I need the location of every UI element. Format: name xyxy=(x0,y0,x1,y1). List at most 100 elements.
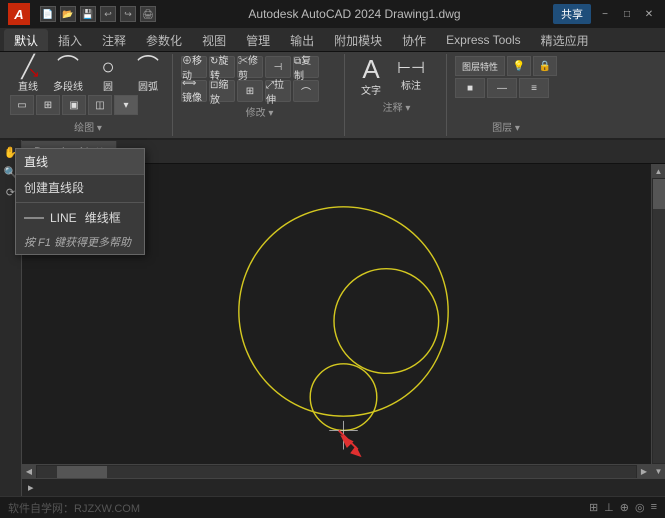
layer-properties-btn[interactable]: 图层特性 xyxy=(455,56,505,76)
redo-btn[interactable]: ↪ xyxy=(120,6,136,22)
tab-annotate[interactable]: 注释 xyxy=(92,29,136,51)
region-tool[interactable]: ◫ xyxy=(88,95,112,115)
tab-featured[interactable]: 精选应用 xyxy=(531,29,599,51)
layers-group-label: 图层 ▾ xyxy=(449,119,563,134)
scroll-thumb[interactable] xyxy=(653,179,665,209)
title-bar: A 📄 📂 💾 ↩ ↪ 🖨 Autodesk AutoCAD 2024 Draw… xyxy=(0,0,665,28)
cmd-prompt: ▸ xyxy=(28,481,34,494)
rotate-tool[interactable]: ↻旋转 xyxy=(209,56,235,78)
tab-manage[interactable]: 管理 xyxy=(236,29,280,51)
print-btn[interactable]: 🖨 xyxy=(140,6,156,22)
maximize-button[interactable]: □ xyxy=(619,6,635,22)
dimension-label: 标注 xyxy=(401,77,421,92)
circle-label: 圆 xyxy=(103,78,113,93)
gradient-tool[interactable]: ▣ xyxy=(62,95,86,115)
layer-icon1[interactable]: 💡 xyxy=(507,56,531,76)
layers-row1: 图层特性 💡 🔒 xyxy=(455,56,557,76)
osnap-toggle[interactable]: ◎ xyxy=(635,501,645,514)
line-icon-small xyxy=(24,217,44,219)
draw-tool-row: ▭ ⊞ ▣ ◫ ▾ xyxy=(10,95,166,115)
arc-tool-btn[interactable]: ⌒ 圆弧 xyxy=(130,56,166,93)
fillet-tool[interactable]: ⌒ xyxy=(293,80,319,102)
ribbon-tabs: 默认 插入 注释 参数化 视图 管理 输出 附加模块 协作 Express To… xyxy=(0,28,665,52)
snap-toggle[interactable]: ⊞ xyxy=(589,501,598,514)
tab-addons[interactable]: 附加模块 xyxy=(324,29,392,51)
array-tool[interactable]: ⊞ xyxy=(237,80,263,102)
mirror-tool[interactable]: ⟺镜像 xyxy=(181,80,207,102)
scroll-up-btn[interactable]: ▲ xyxy=(652,164,665,178)
tab-parametric[interactable]: 参数化 xyxy=(136,29,192,51)
annotation-group: A 文字 ⊢⊣ 标注 注释 ▾ xyxy=(347,54,447,136)
horizontal-scrollbar[interactable]: ◀ ▶ xyxy=(22,464,651,478)
scroll-track[interactable] xyxy=(653,179,665,463)
tab-output[interactable]: 输出 xyxy=(280,29,324,51)
h-scroll-track[interactable] xyxy=(37,466,636,478)
ribbon-panel: ╱ 直线 ↘ ⌒ 多段线 ○ 圆 ⌒ 圆弧 ▭ ⊞ ▣ ◫ ▾ xyxy=(0,52,665,140)
status-bar: 软件自学网：RJZXW.COM ⊞ ⊥ ⊕ ◎ ≡ xyxy=(0,496,665,518)
scroll-right-btn[interactable]: ▶ xyxy=(637,465,651,479)
tab-default[interactable]: 默认 xyxy=(4,29,48,51)
polyline-tool-btn[interactable]: ⌒ 多段线 xyxy=(50,56,86,93)
scroll-down-btn[interactable]: ▼ xyxy=(652,464,665,478)
circle-icon: ○ xyxy=(101,56,114,78)
tooltip-separator xyxy=(16,202,144,203)
undo-btn[interactable]: ↩ xyxy=(100,6,116,22)
tab-insert[interactable]: 插入 xyxy=(48,29,92,51)
annotation-tools: A 文字 ⊢⊣ 标注 xyxy=(353,56,440,97)
layers-row2: ■ — ≡ xyxy=(455,78,557,98)
tab-view[interactable]: 视图 xyxy=(192,29,236,51)
tooltip-header: 直线 xyxy=(16,149,144,175)
stretch-tool[interactable]: ⤢拉伸 xyxy=(265,80,291,102)
circle-tool-btn[interactable]: ○ 圆 xyxy=(90,56,126,93)
lineweight-toggle[interactable]: ≡ xyxy=(651,501,657,514)
h-scroll-thumb[interactable] xyxy=(57,466,107,478)
tab-collaborate[interactable]: 协作 xyxy=(392,29,436,51)
copy-tool[interactable]: ⧉复制 xyxy=(293,56,319,78)
share-button[interactable]: 共享 xyxy=(553,4,591,24)
annotation-group-label: 注释 ▾ xyxy=(353,99,440,114)
trim-tool[interactable]: ✂修剪 xyxy=(237,56,263,78)
line-tool-btn[interactable]: ╱ 直线 ↘ xyxy=(10,56,46,93)
save-file-btn[interactable]: 💾 xyxy=(80,6,96,22)
tooltip-title: 直线 xyxy=(24,153,48,170)
open-file-btn[interactable]: 📂 xyxy=(60,6,76,22)
hatch-tool[interactable]: ⊞ xyxy=(36,95,60,115)
tooltip-item-line-label2: 维线框 xyxy=(85,209,121,226)
title-left: A 📄 📂 💾 ↩ ↪ 🖨 xyxy=(8,3,156,25)
watermark-text: 软件自学网：RJZXW.COM xyxy=(8,500,140,516)
vertical-scrollbar[interactable]: ▲ ▼ xyxy=(651,164,665,478)
layer-lineweight[interactable]: ≡ xyxy=(519,78,549,98)
text-tool-btn[interactable]: A 文字 xyxy=(353,56,389,97)
app-icon: A xyxy=(8,3,30,25)
dimension-tool-btn[interactable]: ⊢⊣ 标注 xyxy=(393,56,429,97)
polar-toggle[interactable]: ⊕ xyxy=(620,501,629,514)
tooltip-item-create[interactable]: 创建直线段 xyxy=(16,175,144,200)
tooltip-item-line[interactable]: LINE 维线框 xyxy=(16,205,144,230)
command-area[interactable]: ▸ xyxy=(22,478,665,496)
modify-tools-grid: ⊕移动 ↻旋转 ✂修剪 ⊣ ⧉复制 ⟺镜像 ⊡缩放 ⊞ ⤢拉伸 ⌒ xyxy=(181,56,338,102)
text-label: 文字 xyxy=(361,82,381,97)
scroll-left-btn[interactable]: ◀ xyxy=(22,465,36,479)
app-title: Autodesk AutoCAD 2024 Drawing1.dwg xyxy=(248,7,460,21)
new-file-btn[interactable]: 📄 xyxy=(40,6,56,22)
rect-tool[interactable]: ▭ xyxy=(10,95,34,115)
tooltip-help: 按 F1 键获得更多帮助 xyxy=(16,230,144,254)
tab-express-tools[interactable]: Express Tools xyxy=(436,29,530,51)
dimension-icon: ⊢⊣ xyxy=(397,61,425,77)
tooltip-item-create-label: 创建直线段 xyxy=(24,179,84,196)
layer-color[interactable]: ■ xyxy=(455,78,485,98)
extend-tool[interactable]: ⊣ xyxy=(265,56,291,78)
polyline-label: 多段线 xyxy=(53,78,83,93)
layer-linetype[interactable]: — xyxy=(487,78,517,98)
layer-icon2[interactable]: 🔒 xyxy=(533,56,557,76)
close-button[interactable]: ✕ xyxy=(641,6,657,22)
move-tool[interactable]: ⊕移动 xyxy=(181,56,207,78)
more-draw-btn[interactable]: ▾ xyxy=(114,95,138,115)
minimize-button[interactable]: − xyxy=(597,6,613,22)
draw-main-tools: ╱ 直线 ↘ ⌒ 多段线 ○ 圆 ⌒ 圆弧 xyxy=(10,56,166,93)
tooltip-popup: 直线 创建直线段 LINE 维线框 按 F1 键获得更多帮助 xyxy=(15,148,145,255)
scale-tool[interactable]: ⊡缩放 xyxy=(209,80,235,102)
text-icon: A xyxy=(362,56,379,82)
tooltip-item-line-label: LINE xyxy=(50,211,77,225)
ortho-toggle[interactable]: ⊥ xyxy=(604,501,614,514)
